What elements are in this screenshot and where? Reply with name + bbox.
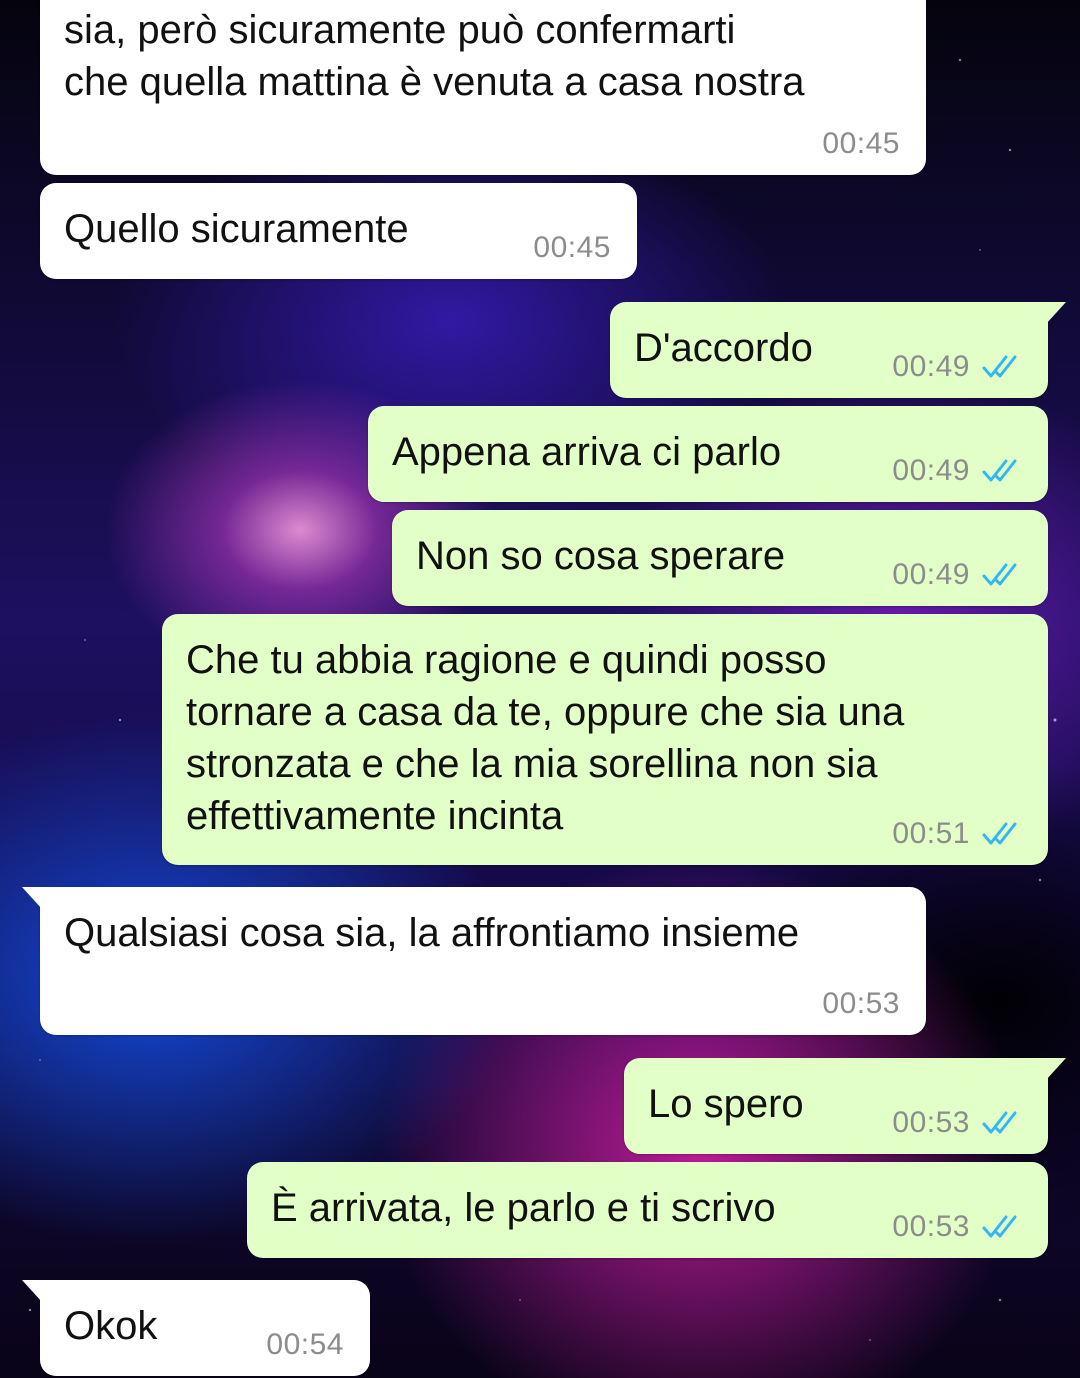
message-meta: 00:51 — [892, 817, 1022, 851]
message-meta: 00:45 — [533, 231, 611, 265]
message-bubble-outgoing[interactable]: Lo spero 00:53 — [624, 1058, 1066, 1154]
message-bubble-incoming[interactable]: Okok 00:54 — [22, 1280, 370, 1376]
message-bubble-incoming[interactable]: sia, però sicuramente può confermarti ch… — [40, 0, 926, 175]
message-meta: 00:53 — [822, 987, 900, 1021]
message-bubble-incoming[interactable]: Quello sicuramente 00:45 — [40, 183, 637, 279]
double-check-icon — [982, 354, 1022, 380]
double-check-icon — [982, 821, 1022, 847]
message-bubble-outgoing[interactable]: Non so cosa sperare 00:49 — [392, 510, 1048, 606]
message-time: 00:45 — [533, 231, 611, 264]
message-text: Quello sicuramente — [64, 207, 409, 251]
message-meta: 00:53 — [892, 1210, 1022, 1244]
message-time: 00:51 — [892, 817, 970, 850]
message-time: 00:53 — [892, 1106, 970, 1139]
message-time: 00:53 — [892, 1210, 970, 1243]
message-meta: 00:54 — [266, 1328, 344, 1362]
message-meta: 00:45 — [822, 127, 900, 161]
message-meta: 00:49 — [892, 454, 1022, 488]
message-time: 00:54 — [266, 1328, 344, 1361]
message-time: 00:49 — [892, 558, 970, 591]
message-meta: 00:49 — [892, 350, 1022, 384]
message-time: 00:49 — [892, 454, 970, 487]
double-check-icon — [982, 562, 1022, 588]
message-text: Qualsiasi cosa sia, la affrontiamo insie… — [64, 911, 800, 955]
message-bubble-incoming[interactable]: Qualsiasi cosa sia, la affrontiamo insie… — [22, 887, 926, 1035]
message-time: 00:45 — [822, 127, 900, 160]
message-text: sia, però sicuramente può confermarti ch… — [64, 8, 805, 104]
double-check-icon — [982, 458, 1022, 484]
message-bubble-outgoing[interactable]: È arrivata, le parlo e ti scrivo 00:53 — [247, 1162, 1048, 1258]
message-time: 00:49 — [892, 350, 970, 383]
message-meta: 00:53 — [892, 1106, 1022, 1140]
message-meta: 00:49 — [892, 558, 1022, 592]
double-check-icon — [982, 1214, 1022, 1240]
message-bubble-outgoing[interactable]: D'accordo 00:49 — [610, 302, 1066, 398]
message-bubble-outgoing[interactable]: Appena arriva ci parlo 00:49 — [368, 406, 1048, 502]
chat-message-list[interactable]: sia, però sicuramente può confermarti ch… — [0, 0, 1080, 1378]
double-check-icon — [982, 1110, 1022, 1136]
message-time: 00:53 — [822, 987, 900, 1020]
message-bubble-outgoing[interactable]: Che tu abbia ragione e quindi posso torn… — [162, 614, 1048, 865]
message-text: Che tu abbia ragione e quindi posso torn… — [186, 638, 905, 838]
